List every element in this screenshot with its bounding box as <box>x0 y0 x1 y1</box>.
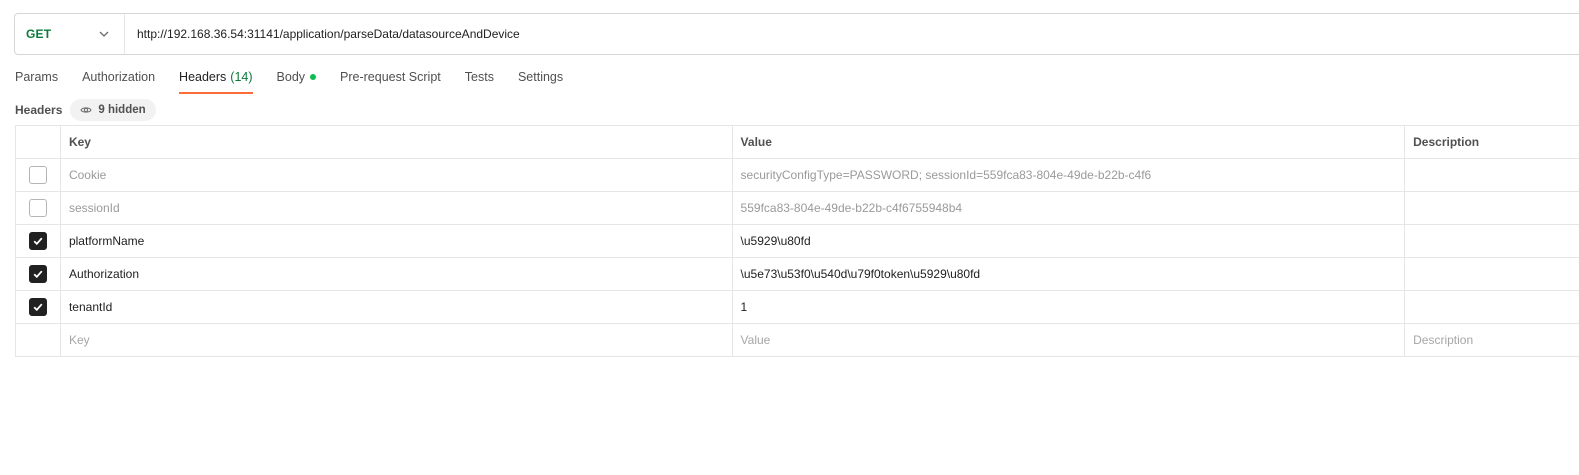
description-column-header: Description <box>1405 126 1579 158</box>
tab-label: Headers <box>179 70 227 84</box>
table-row: Cookie securityConfigType=PASSWORD; sess… <box>16 159 1579 192</box>
header-description-cell[interactable] <box>1405 258 1579 290</box>
tab-label: Body <box>276 70 306 84</box>
header-value-cell[interactable]: 559fca83-804e-49de-b22b-c4f6755948b4 <box>733 192 1406 224</box>
hidden-headers-toggle[interactable]: 9 hidden <box>70 99 156 121</box>
new-header-row: Key Value Description <box>16 324 1579 357</box>
header-description-cell[interactable] <box>1405 225 1579 257</box>
body-status-dot-icon <box>310 74 317 80</box>
header-description-cell[interactable] <box>1405 159 1579 191</box>
tab-tests[interactable]: Tests <box>465 66 494 94</box>
row-enable-checkbox[interactable] <box>28 166 47 184</box>
headers-table: Key Value Description Cookie securityCon… <box>15 125 1579 357</box>
header-key-cell[interactable]: platformName <box>61 225 733 257</box>
new-value-input[interactable]: Value <box>733 324 1406 356</box>
tab-label: Pre-request Script <box>340 70 441 84</box>
table-row: Authorization \u5e73\u53f0\u540d\u79f0to… <box>16 258 1579 291</box>
hidden-count-label: 9 hidden <box>98 104 146 116</box>
header-value-cell[interactable]: \u5e73\u53f0\u540d\u79f0token\u5929\u80f… <box>733 258 1406 290</box>
new-key-input[interactable]: Key <box>61 324 733 356</box>
header-value-cell[interactable]: \u5929\u80fd <box>733 225 1406 257</box>
key-column-header: Key <box>61 126 733 158</box>
headers-title: Headers <box>15 103 63 117</box>
headers-toolbar: Headers 9 hidden <box>15 99 156 121</box>
header-key-cell[interactable]: Cookie <box>61 159 733 191</box>
header-description-cell[interactable] <box>1405 291 1579 323</box>
checkmark-icon <box>33 303 43 312</box>
checkmark-icon <box>33 270 43 279</box>
header-key-cell[interactable]: tenantId <box>61 291 733 323</box>
header-value-cell[interactable]: 1 <box>733 291 1406 323</box>
header-key-cell[interactable]: Authorization <box>61 258 733 290</box>
tab-params[interactable]: Params <box>15 66 58 94</box>
row-enable-checkbox[interactable] <box>28 199 47 217</box>
table-row: sessionId 559fca83-804e-49de-b22b-c4f675… <box>16 192 1579 225</box>
headers-count: (14) <box>230 70 253 84</box>
method-select[interactable]: GET <box>15 14 125 54</box>
method-label: GET <box>26 27 52 41</box>
checkmark-icon <box>33 237 43 246</box>
eye-icon <box>80 107 92 113</box>
tab-label: Authorization <box>82 70 156 84</box>
new-description-input[interactable]: Description <box>1405 324 1579 356</box>
request-tabs: Params Authorization Headers (14) Body Pr… <box>15 66 587 94</box>
tab-label: Tests <box>464 70 494 84</box>
header-value-cell[interactable]: securityConfigType=PASSWORD; sessionId=5… <box>733 159 1406 191</box>
value-column-header: Value <box>733 126 1406 158</box>
tab-label: Params <box>15 70 59 84</box>
row-enable-checkbox[interactable] <box>28 298 47 316</box>
tab-headers[interactable]: Headers (14) <box>179 66 254 94</box>
table-row: platformName \u5929\u80fd <box>16 225 1579 258</box>
header-description-cell[interactable] <box>1405 192 1579 224</box>
url-input[interactable] <box>125 14 1579 54</box>
tab-settings[interactable]: Settings <box>518 66 563 94</box>
chevron-down-icon <box>96 26 112 42</box>
tab-authorization[interactable]: Authorization <box>82 66 155 94</box>
request-url-bar: GET <box>14 13 1579 55</box>
tab-pre-request-script[interactable]: Pre-request Script <box>340 66 441 94</box>
tab-body[interactable]: Body <box>277 66 317 94</box>
table-header-row: Key Value Description <box>16 126 1579 159</box>
header-key-cell[interactable]: sessionId <box>61 192 733 224</box>
row-enable-checkbox[interactable] <box>28 232 47 250</box>
tab-label: Settings <box>517 70 564 84</box>
checkbox-column-header <box>16 126 61 158</box>
row-enable-checkbox[interactable] <box>28 265 47 283</box>
table-row: tenantId 1 <box>16 291 1579 324</box>
